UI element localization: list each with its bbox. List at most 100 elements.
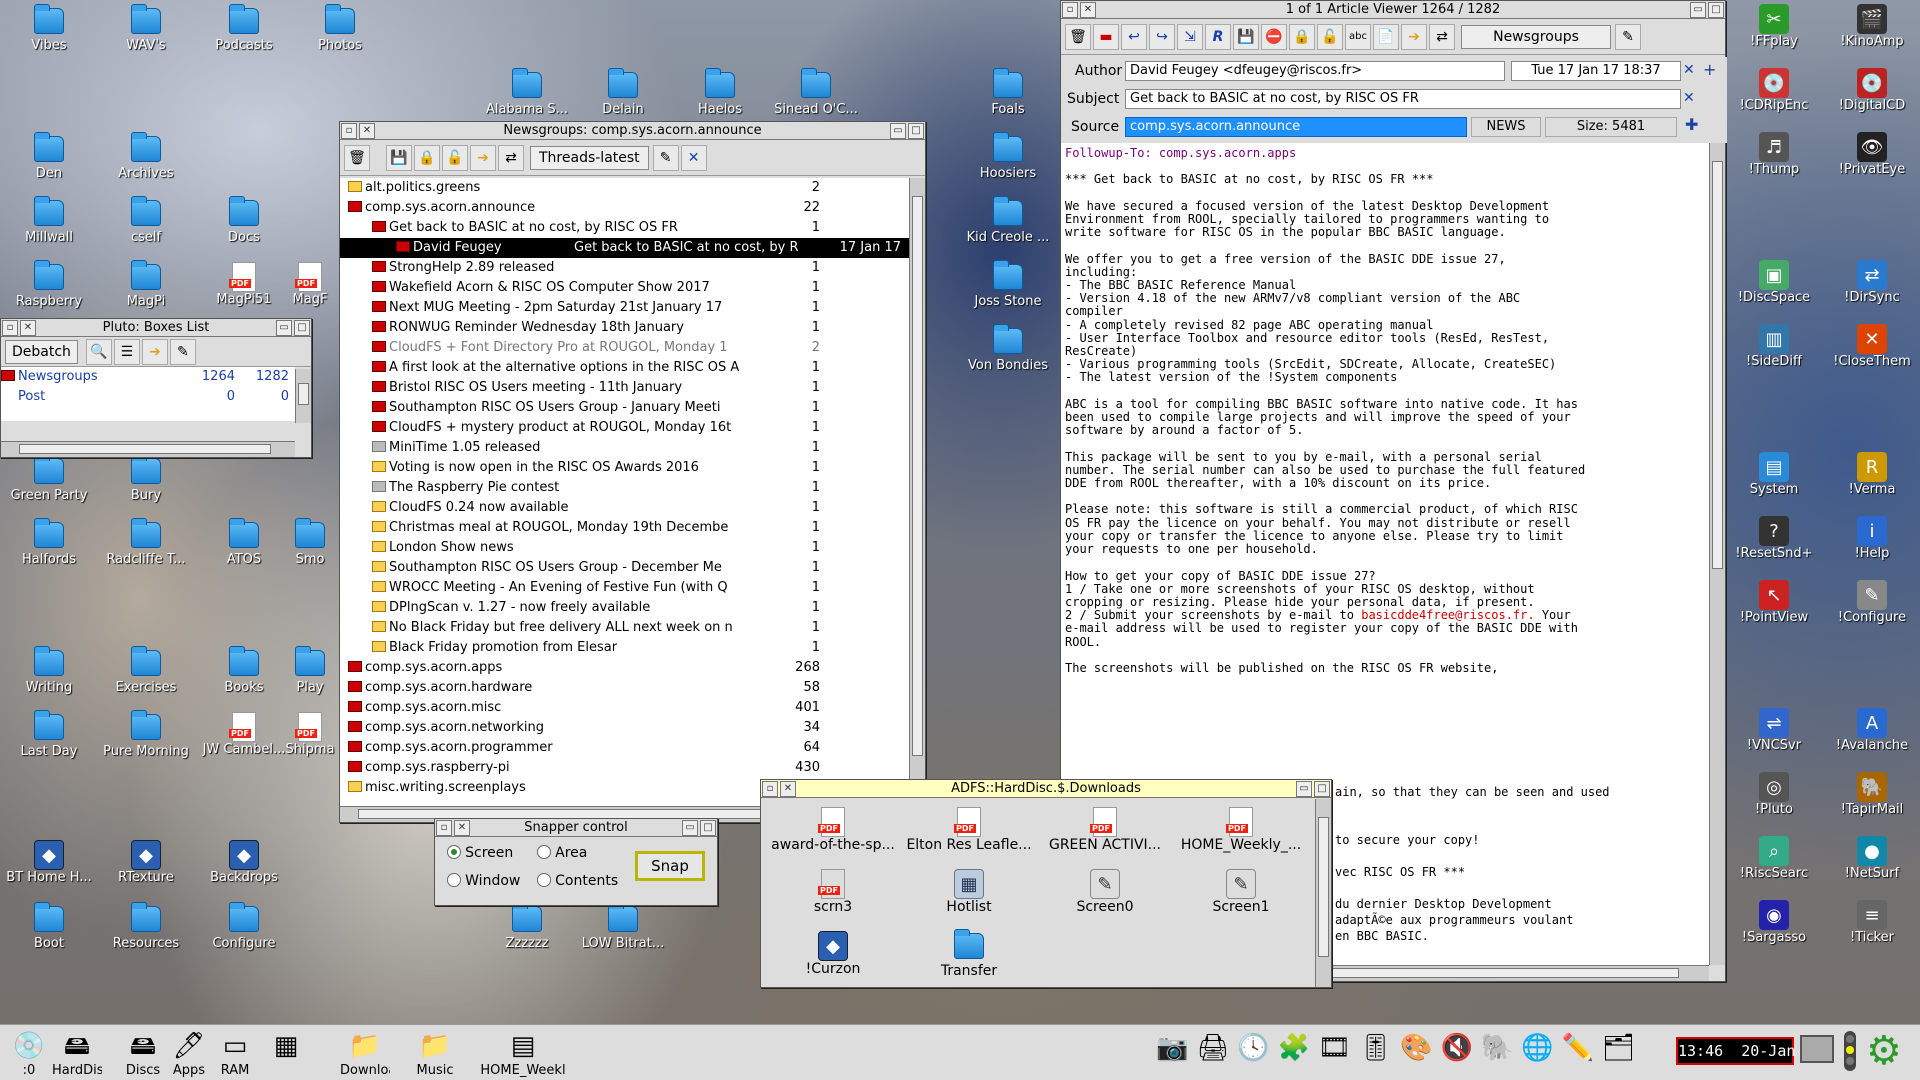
arrow-right-icon[interactable]: ➔ bbox=[1401, 23, 1427, 50]
close-icon[interactable]: ✕ bbox=[1080, 1, 1096, 18]
vertical-scrollbar[interactable] bbox=[1315, 799, 1331, 987]
iconbar-music[interactable]: 📁 Music bbox=[410, 1025, 460, 1078]
iconise-icon[interactable]: ▭ bbox=[890, 122, 906, 139]
desktop-app-resetsnd[interactable]: ? !ResetSnd+ bbox=[1726, 516, 1822, 580]
thread-row[interactable]: Black Friday promotion from Elesar 1 bbox=[340, 638, 909, 658]
thread-row[interactable]: RONWUG Reminder Wednesday 18th January 1 bbox=[340, 318, 909, 338]
title-bar[interactable]: ▫ ✕ ADFS::HardDisc.$.Downloads ▭ □ bbox=[761, 780, 1331, 798]
desktop-app-verma[interactable]: R !Verma bbox=[1824, 452, 1920, 516]
thread-row[interactable]: Bristol RISC OS Users meeting - 11th Jan… bbox=[340, 378, 909, 398]
close-icon[interactable]: ✕ bbox=[780, 780, 796, 797]
toggle-size-icon[interactable]: □ bbox=[1708, 1, 1724, 18]
desktop-icon-bury[interactable]: Bury bbox=[98, 454, 194, 520]
desktop-icon-foals[interactable]: Foals bbox=[960, 68, 1056, 134]
back-icon[interactable]: ▫ bbox=[2, 319, 18, 336]
screen-radio[interactable]: Screen bbox=[447, 845, 513, 861]
sort-selector[interactable]: Threads-latest bbox=[530, 145, 649, 170]
desktop-icon-boot[interactable]: Boot bbox=[1, 902, 97, 968]
add-icon[interactable]: + bbox=[1703, 60, 1716, 79]
arrow-right-icon[interactable]: ➔ bbox=[141, 338, 168, 365]
vertical-scrollbar[interactable] bbox=[909, 178, 925, 806]
lock-icon[interactable]: 🔒 bbox=[1289, 23, 1315, 50]
desktop-app-discspace[interactable]: ▣ !DiscSpace bbox=[1726, 260, 1822, 324]
toggle-size-icon[interactable]: □ bbox=[1314, 780, 1330, 797]
contents-radio[interactable]: Contents bbox=[537, 873, 618, 889]
thread-row[interactable]: CloudFS + Font Directory Pro at ROUGOL, … bbox=[340, 338, 909, 358]
box-row[interactable]: Post 0 0 bbox=[1, 387, 295, 407]
desktop-app-privateye[interactable]: 👁 !PrivatEye bbox=[1824, 132, 1920, 196]
desktop-icon-millwall[interactable]: Millwall bbox=[1, 196, 97, 262]
thread-row[interactable]: London Show news 1 bbox=[340, 538, 909, 558]
desktop-icon-podcasts[interactable]: Podcasts bbox=[196, 4, 292, 70]
file-icon[interactable]: 📄 bbox=[1373, 23, 1399, 50]
file-screen0[interactable]: ✎ Screen0 bbox=[1039, 869, 1171, 929]
transfer-icon[interactable]: ⇄ bbox=[1429, 23, 1455, 50]
toggle-size-icon[interactable]: □ bbox=[908, 122, 924, 139]
desktop-icon-exercises[interactable]: Exercises bbox=[98, 646, 194, 712]
thread-row[interactable]: CloudFS 0.24 now available 1 bbox=[340, 498, 909, 518]
desktop-icon-von-bondies[interactable]: Von Bondies bbox=[960, 324, 1056, 390]
iconbar-switcher[interactable]: ▦ bbox=[256, 1025, 316, 1063]
desktop-app-ticker[interactable]: ≡ !Ticker bbox=[1824, 900, 1920, 964]
back-icon[interactable]: ▫ bbox=[762, 780, 778, 797]
file-screen1[interactable]: ✎ Screen1 bbox=[1175, 869, 1307, 929]
desktop-app-help[interactable]: i !Help bbox=[1824, 516, 1920, 580]
article-row[interactable]: David Feugey Get back to BASIC at no cost… bbox=[340, 238, 909, 258]
bin-icon[interactable]: 🗑 bbox=[344, 144, 370, 171]
save-icon[interactable]: 💾 bbox=[1233, 23, 1259, 50]
gear-icon[interactable]: ⚙ bbox=[1866, 1029, 1902, 1073]
newsgroup-row[interactable]: comp.sys.acorn.apps 268 bbox=[340, 658, 909, 678]
file-curzon[interactable]: ◆ !Curzon bbox=[767, 931, 899, 991]
reply-all-icon[interactable]: R bbox=[1205, 23, 1231, 50]
window-radio[interactable]: Window bbox=[447, 873, 520, 889]
file-elton-res-leafle[interactable]: Elton Res Leafle... bbox=[903, 807, 1035, 867]
desktop-icon-bt-home-h[interactable]: ◆ BT Home H... bbox=[1, 840, 97, 904]
desktop-icon-hoosiers[interactable]: Hoosiers bbox=[960, 132, 1056, 198]
desktop-icon-writing[interactable]: Writing bbox=[1, 646, 97, 712]
desktop-icon-cself[interactable]: cself bbox=[98, 196, 194, 262]
arrow-right-icon[interactable]: ➔ bbox=[470, 144, 496, 171]
desktop-app-dirsync[interactable]: ⇄ !DirSync bbox=[1824, 260, 1920, 324]
file-green-activi[interactable]: GREEN ACTIVI... bbox=[1039, 807, 1171, 867]
title-bar[interactable]: ▫ ✕ Pluto: Boxes List ▭ □ bbox=[1, 319, 311, 337]
vertical-scrollbar[interactable] bbox=[1709, 143, 1725, 965]
title-bar[interactable]: ▫ ✕ Snapper control ▭ □ bbox=[435, 819, 717, 837]
desktop-app-thump[interactable]: ♬ !Thump bbox=[1726, 132, 1822, 196]
desktop-app-digitalcd[interactable]: 💿 !DigitalCD bbox=[1824, 68, 1920, 132]
email-link[interactable]: basicdde4free@riscos.fr. bbox=[1361, 608, 1534, 622]
area-radio[interactable]: Area bbox=[537, 845, 587, 861]
desktop-app-kinoamp[interactable]: 🎬 !KinoAmp bbox=[1824, 4, 1920, 68]
source-field[interactable]: comp.sys.acorn.announce bbox=[1125, 117, 1467, 137]
iconise-icon[interactable]: ▭ bbox=[1296, 780, 1312, 797]
desktop-icon-radcliffe-t[interactable]: Radcliffe T... bbox=[98, 518, 194, 584]
desktop-icon-configure[interactable]: Configure bbox=[196, 902, 292, 968]
vertical-scrollbar[interactable] bbox=[295, 369, 311, 423]
thread-row[interactable]: StrongHelp 2.89 released 1 bbox=[340, 258, 909, 278]
newsgroup-row[interactable]: comp.sys.acorn.announce 22 bbox=[340, 198, 909, 218]
file-award-of-the-sp[interactable]: award-of-the-sp... bbox=[767, 807, 899, 867]
iconbar-apps[interactable]: 🖊 Apps bbox=[164, 1025, 214, 1078]
newsgroup-row[interactable]: comp.sys.raspberry-pi 430 bbox=[340, 758, 909, 778]
lock-icon[interactable]: 🔒 bbox=[414, 144, 440, 171]
desktop-app-sidediff[interactable]: ▥ !SideDiff bbox=[1726, 324, 1822, 388]
desktop-icon-photos[interactable]: Photos bbox=[292, 4, 388, 70]
thread-row[interactable]: A first look at the alternative options … bbox=[340, 358, 909, 378]
desktop-icon-wav-s[interactable]: WAV's bbox=[98, 4, 194, 70]
edit-icon[interactable]: ✎ bbox=[169, 338, 196, 365]
unlock-icon[interactable]: 🔓 bbox=[1317, 23, 1343, 50]
transfer-icon[interactable]: ⇄ bbox=[498, 144, 524, 171]
thread-row[interactable]: No Black Friday but free delivery ALL ne… bbox=[340, 618, 909, 638]
back-icon[interactable]: ▫ bbox=[436, 819, 452, 836]
thread-row[interactable]: CloudFS + mystery product at ROUGOL, Mon… bbox=[340, 418, 909, 438]
edit-icon[interactable]: ✎ bbox=[652, 144, 679, 171]
author-field[interactable]: David Feugey <dfeugey@riscos.fr> bbox=[1125, 61, 1505, 81]
desktop-app-ffplay[interactable]: ✂ !FFplay bbox=[1726, 4, 1822, 68]
pin-icon[interactable]: ✚ bbox=[1685, 115, 1698, 134]
iconbar-discs[interactable]: 🖴 Discs bbox=[118, 1025, 168, 1078]
desktop-app-netsurf[interactable]: ● !NetSurf bbox=[1824, 836, 1920, 900]
desktop-icon-halfords[interactable]: Halfords bbox=[1, 518, 97, 584]
desktop-app-system[interactable]: ▤ System bbox=[1726, 452, 1822, 516]
mark-icon[interactable]: ▬ bbox=[1093, 23, 1119, 50]
box-row[interactable]: Newsgroups 1264 1282 bbox=[1, 367, 295, 387]
thread-row[interactable]: Christmas meal at ROUGOL, Monday 19th De… bbox=[340, 518, 909, 538]
